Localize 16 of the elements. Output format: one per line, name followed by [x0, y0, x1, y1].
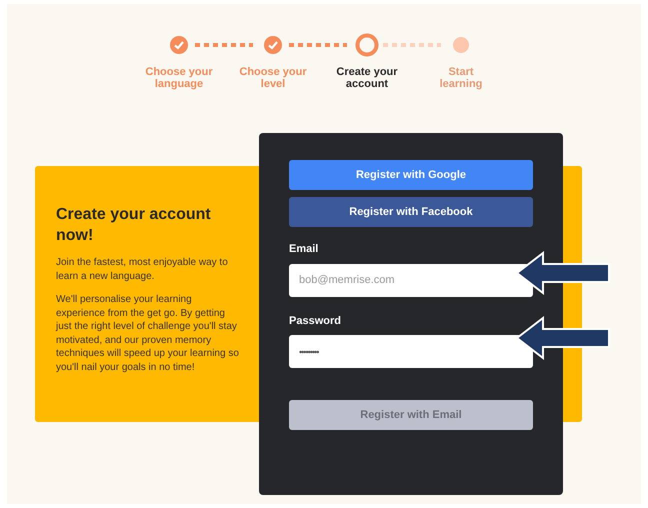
promo-text: We'll personalise your learning experience from the get go. By getting just the right level of challenge you'll stay motivated, and our proven memory techniques will speed up your learning so you'll nail your goals in no time!	[56, 293, 240, 374]
facebook-register-button[interactable]: Register with Facebook	[289, 197, 533, 227]
dotted-connector	[383, 43, 441, 47]
step-label: Choose your level	[238, 66, 308, 90]
password-field[interactable]: •••••••••	[289, 335, 533, 368]
step-label: Choose your language	[144, 66, 214, 90]
promo-title: Create your account now!	[56, 205, 212, 246]
promo-text: Join the fastest, most enjoyable way to learn a new language.	[56, 256, 229, 283]
step-label: Start learning	[438, 66, 484, 90]
google-register-button[interactable]: Register with Google	[289, 160, 533, 190]
email-field[interactable]: bob@memrise.com	[289, 264, 533, 296]
field-label: Email	[289, 242, 320, 257]
field-label: Password	[289, 314, 342, 328]
dotted-connector	[289, 43, 347, 47]
dotted-connector	[195, 43, 253, 47]
step-label: Create your account	[335, 66, 399, 90]
